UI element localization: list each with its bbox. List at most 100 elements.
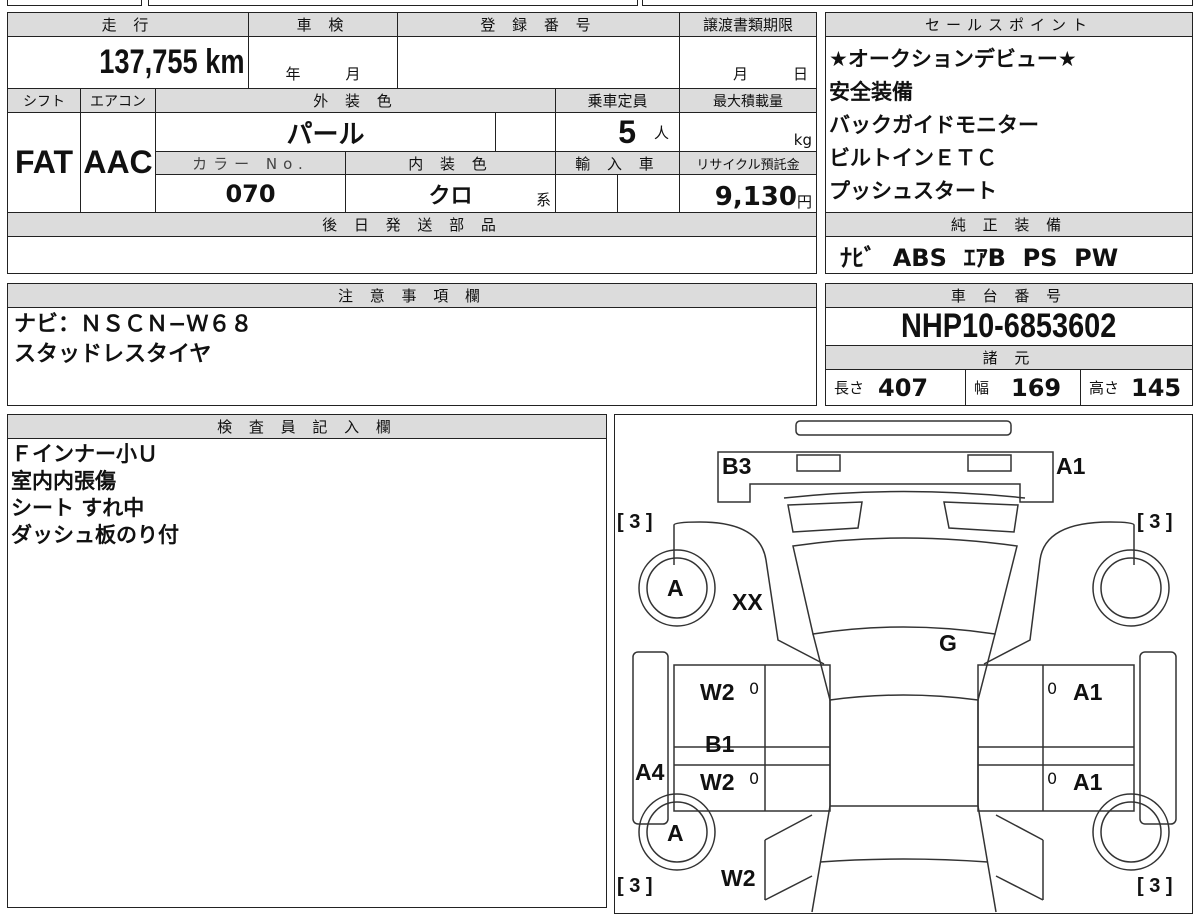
- capacity-header: 乗車定員: [555, 88, 680, 113]
- recycle-value: 9,130 円: [679, 174, 817, 213]
- sales-item: ビルトインＥＴＣ: [829, 146, 997, 170]
- inspection-value: 年月: [248, 36, 398, 89]
- length-label: 長さ: [834, 379, 865, 397]
- capacity-number: 5: [618, 113, 636, 150]
- inspector-body: Ｆインナー小Ｕ 室内内張傷 シート すれ中 ダッシュ板のり付: [7, 438, 607, 908]
- tread-fr-value: 3: [1149, 511, 1161, 533]
- colorno-value: 070: [155, 174, 346, 213]
- mark-door-rr: A1: [1073, 769, 1103, 795]
- width-label: 幅: [974, 379, 990, 397]
- mark-door-rl-top: B1: [705, 731, 735, 757]
- mark-door-fr: A1: [1073, 679, 1103, 705]
- exterior-header: 外 装 色: [155, 88, 556, 113]
- interior-suffix: 系: [535, 191, 551, 209]
- chassis-value: NHP10-6853602: [901, 307, 1117, 345]
- tread-rl: [ 3 ]: [617, 875, 653, 897]
- inspector-item: シート すれ中: [11, 496, 145, 520]
- interior-value: クロ 系: [345, 174, 556, 213]
- sales-item: バックガイドモニター: [829, 113, 1039, 137]
- import-value: [555, 174, 618, 213]
- mileage-unit: km: [204, 43, 244, 81]
- mark-door-rl: W2: [700, 769, 735, 795]
- maxload-value: kg: [679, 112, 817, 152]
- shift-header: シフト: [7, 88, 81, 113]
- recycle-header: リサイクル預託金: [679, 151, 817, 175]
- width-spec: 幅 169: [965, 369, 1081, 406]
- import-header: 輸 入 車: [555, 151, 680, 175]
- inspector-header: 検 査 員 記 入 欄: [7, 414, 607, 439]
- mark-zero: 0: [749, 769, 760, 788]
- mark-windshield: G: [939, 630, 957, 656]
- tread-rl-value: 3: [629, 875, 641, 897]
- mark-fender-l: XX: [732, 589, 763, 615]
- width-value: 169: [1011, 373, 1062, 402]
- mark-quarter-l: W2: [721, 865, 756, 891]
- mark-door-fl: W2: [700, 679, 735, 705]
- mark-tire-fl: A: [667, 575, 684, 601]
- month-label: 月: [732, 65, 748, 83]
- registration-value: [397, 36, 680, 89]
- mark-zero: 0: [749, 679, 760, 698]
- later-parts-header: 後 日 発 送 部 品: [7, 212, 817, 237]
- day-label: 日: [792, 65, 808, 83]
- capacity-value: 5人: [555, 112, 680, 152]
- mark-sill-l: A4: [635, 759, 665, 785]
- sales-item: プッシュスタート: [829, 179, 997, 203]
- top-cell: [7, 0, 142, 6]
- interior-color: クロ: [428, 183, 473, 209]
- maxload-header: 最大積載量: [679, 88, 817, 113]
- sales-header: セールスポイント: [825, 12, 1193, 37]
- capacity-unit: 人: [653, 123, 669, 142]
- inspector-item: 室内内張傷: [11, 469, 116, 493]
- recycle-amount: 9,130: [714, 182, 797, 212]
- recycle-unit: 円: [796, 193, 812, 211]
- ac-value: AAC: [80, 112, 156, 213]
- interior-header: 内 装 色: [345, 151, 556, 175]
- note-item: スタッドレスタイヤ: [14, 342, 212, 367]
- car-diagram: B3 A1 A A XX G W2 B1 W2 A4 W2 A1 A1 0 0 …: [614, 414, 1193, 914]
- sales-points: ★オークションデビュー★ 安全装備 バックガイドモニター ビルトインＥＴＣ プッ…: [825, 36, 1193, 213]
- height-value: 145: [1131, 373, 1182, 402]
- later-parts-value: [7, 236, 817, 274]
- registration-header: 登 録 番 号: [397, 12, 680, 37]
- damage-marks: B3 A1 A A XX G W2 B1 W2 A4 W2 A1 A1 0 0 …: [615, 415, 1192, 913]
- mileage-number: 137,755: [98, 43, 198, 81]
- chassis-number: NHP10-6853602: [825, 307, 1193, 346]
- colorno-header: カラー No.: [155, 151, 346, 175]
- inspector-item: ダッシュ板のり付: [11, 523, 179, 547]
- mark-zero: 0: [1047, 769, 1058, 788]
- equipment-header: 純 正 装 備: [825, 212, 1193, 237]
- top-cell: [148, 0, 638, 6]
- mark-front-left: B3: [722, 453, 752, 479]
- chassis-header: 車 台 番 号: [825, 283, 1193, 308]
- length-value: 407: [878, 373, 929, 402]
- inspection-header: 車 検: [248, 12, 398, 37]
- transfer-header: 譲渡書類期限: [679, 12, 817, 37]
- exterior-value: パール: [155, 112, 496, 152]
- notes-header: 注 意 事 項 欄: [7, 283, 817, 308]
- exterior-extra: [495, 112, 556, 152]
- tread-rr: [ 3 ]: [1137, 875, 1173, 897]
- specs-header: 諸 元: [825, 345, 1193, 370]
- shift-value: FAT: [7, 112, 81, 213]
- tread-rr-value: 3: [1149, 875, 1161, 897]
- import-value-2: [617, 174, 680, 213]
- transfer-value: 月日: [679, 36, 817, 89]
- mark-front-right: A1: [1056, 453, 1086, 479]
- length-spec: 長さ 407: [825, 369, 966, 406]
- mark-tire-rl: A: [667, 820, 684, 846]
- ac-header: エアコン: [80, 88, 156, 113]
- notes-body: ナビ：ＮＳＣＮ−Ｗ６８ スタッドレスタイヤ: [7, 307, 817, 406]
- height-spec: 高さ 145: [1080, 369, 1193, 406]
- mileage-value: 137,755 km: [7, 36, 249, 89]
- equipment-value: ﾅﾋﾞ ABS ｴｱB PS PW: [825, 236, 1193, 274]
- tread-fl: [ 3 ]: [617, 511, 653, 533]
- mark-zero: 0: [1047, 679, 1058, 698]
- tread-fl-value: 3: [629, 511, 641, 533]
- month-label: 月: [345, 65, 361, 83]
- note-item: ナビ：ＮＳＣＮ−Ｗ６８: [14, 312, 253, 337]
- inspector-item: Ｆインナー小Ｕ: [11, 442, 158, 466]
- top-cell: [642, 0, 1193, 6]
- sales-item: 安全装備: [829, 80, 913, 104]
- height-label: 高さ: [1089, 379, 1120, 397]
